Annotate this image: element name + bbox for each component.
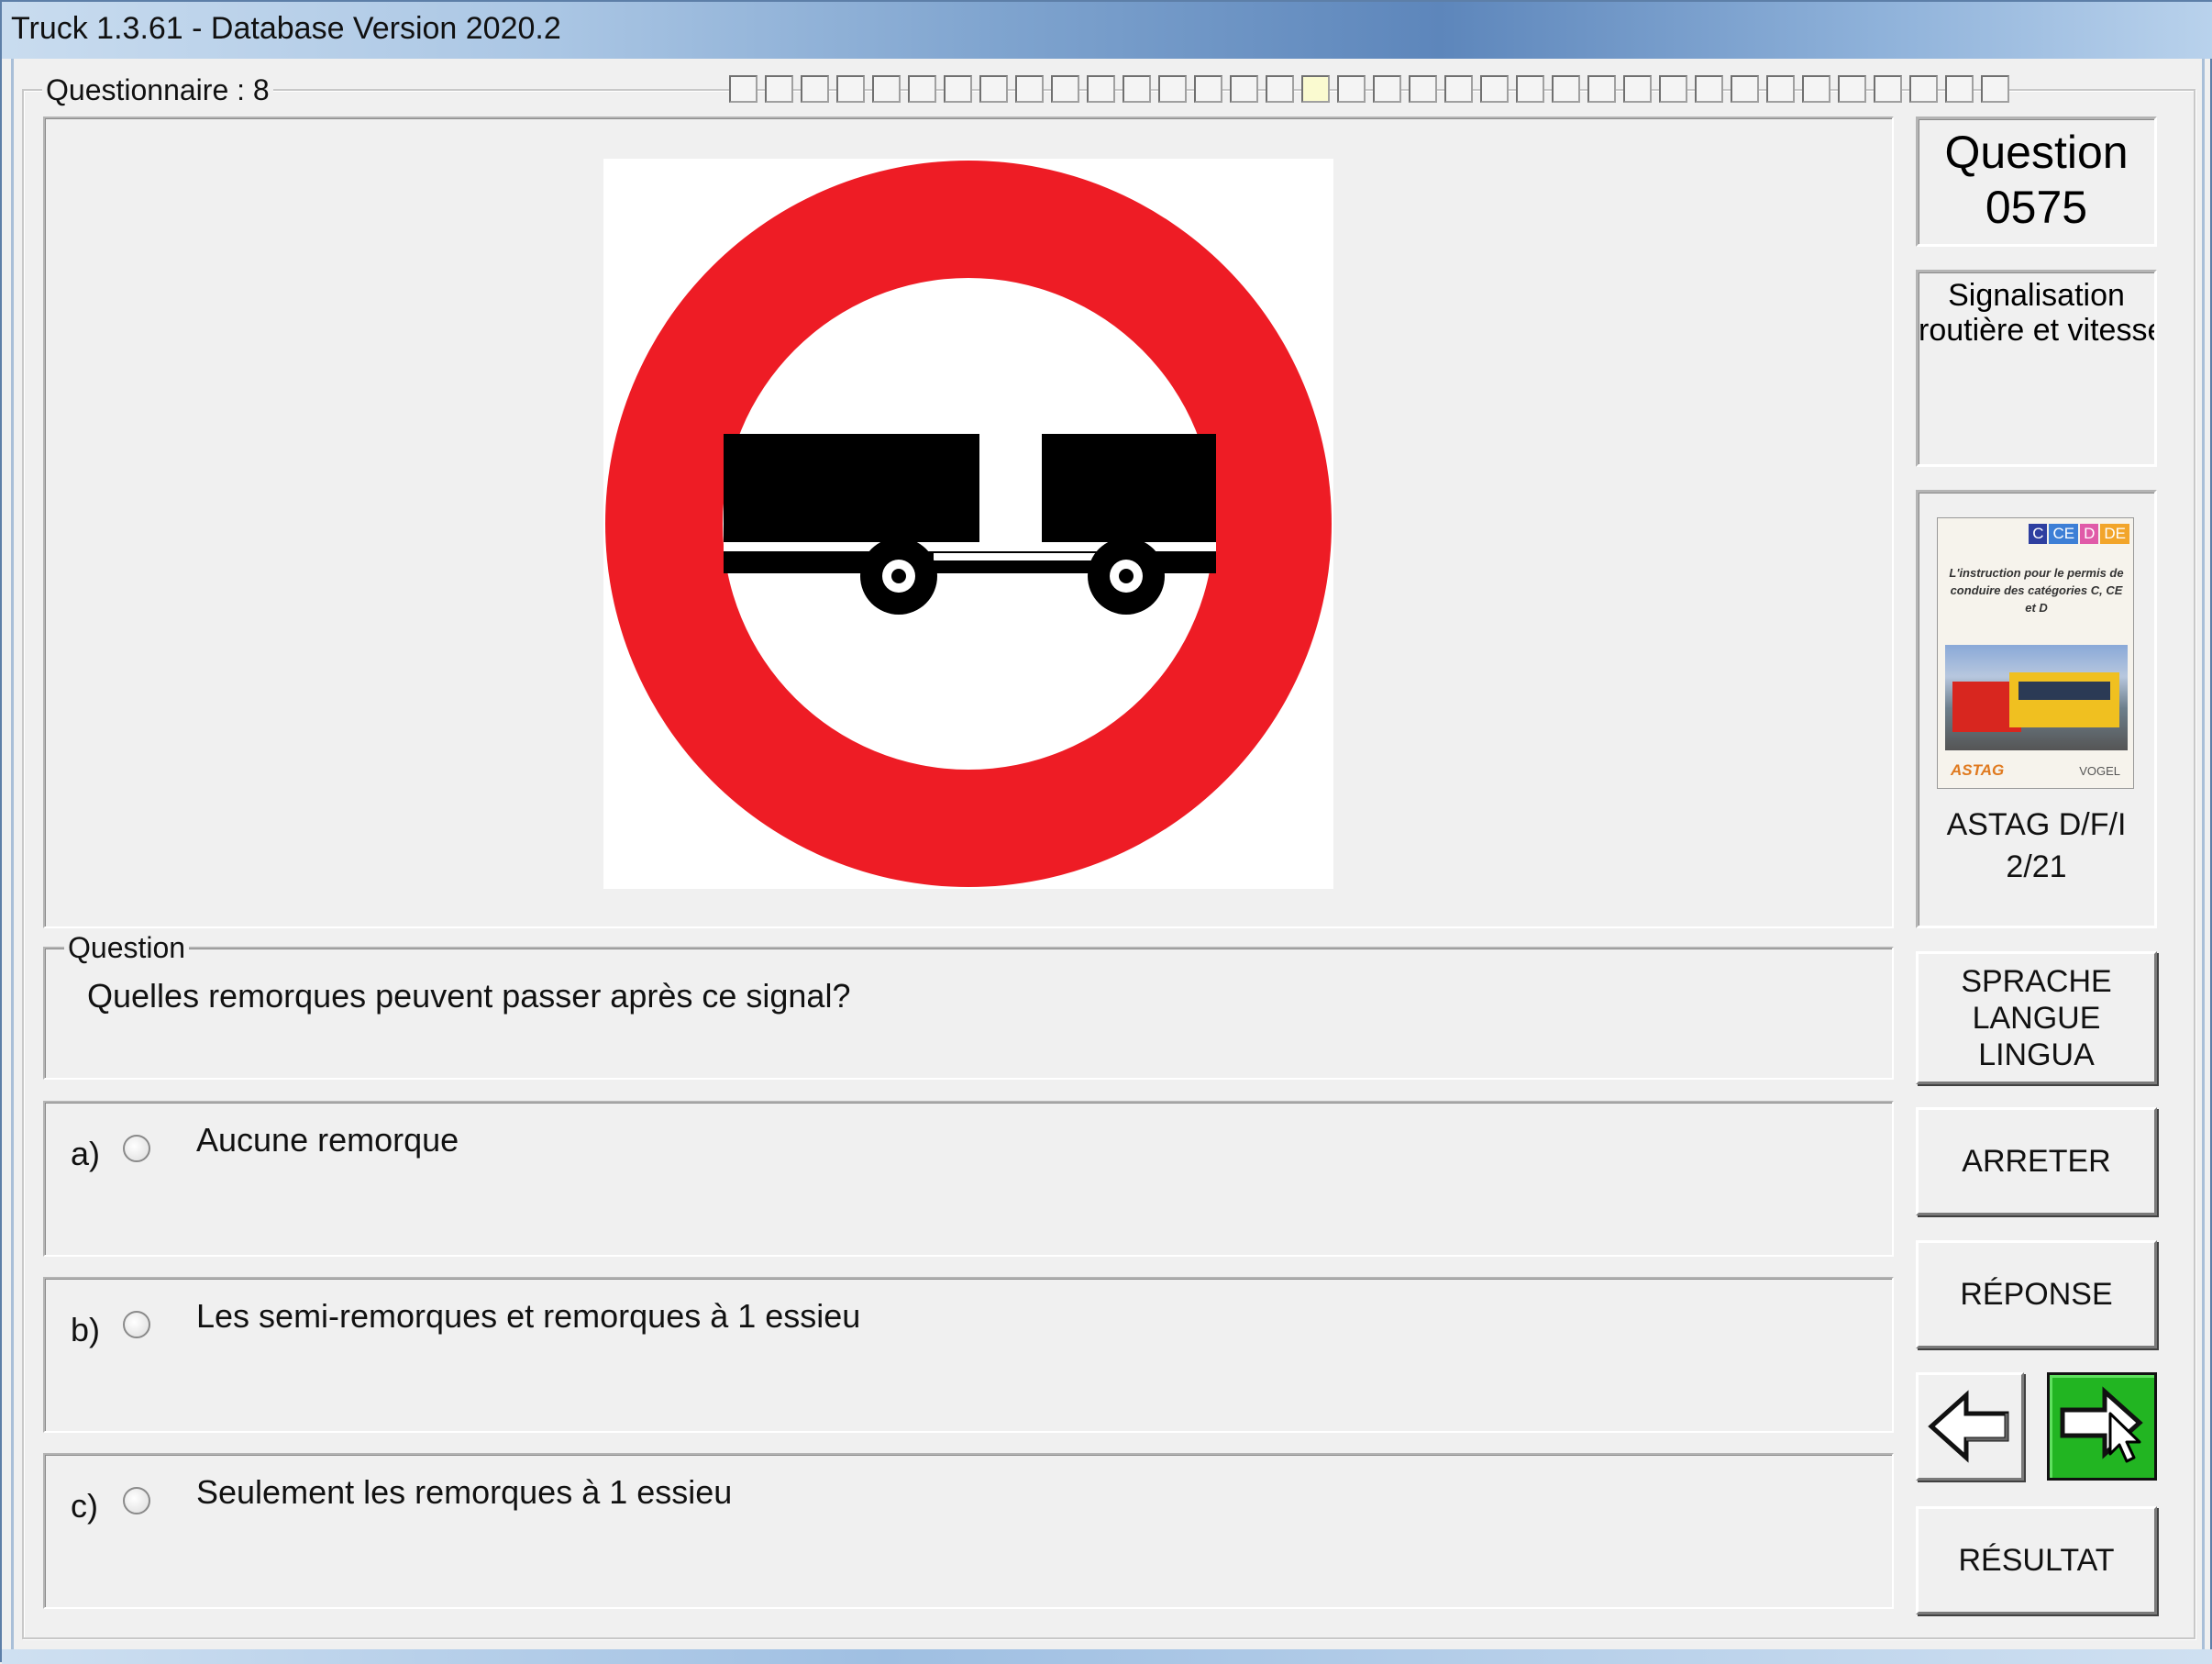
category-line2: routière et vitesse bbox=[1919, 313, 2157, 348]
progress-cell bbox=[1909, 75, 1938, 103]
progress-cell bbox=[1623, 75, 1652, 103]
progress-cell bbox=[729, 75, 758, 103]
result-button[interactable]: RÉSULTAT bbox=[1916, 1506, 2157, 1614]
book-badges: C CE D DE bbox=[2029, 524, 2129, 544]
arrow-left-icon bbox=[1928, 1390, 2009, 1463]
progress-cell-current bbox=[1301, 75, 1330, 103]
progress-cell bbox=[1802, 75, 1830, 103]
book-title: L'instruction pour le permis de conduire… bbox=[1949, 566, 2124, 615]
progress-cell bbox=[1981, 75, 2009, 103]
badge-c: C bbox=[2029, 524, 2048, 544]
progress-cell bbox=[1337, 75, 1366, 103]
app-window: Truck 1.3.61 - Database Version 2020.2 Q… bbox=[0, 0, 2212, 1664]
question-number: 0575 bbox=[1985, 182, 2088, 233]
progress-cell bbox=[1659, 75, 1687, 103]
progress-cell bbox=[1838, 75, 1866, 103]
previous-button[interactable] bbox=[1916, 1372, 2024, 1481]
progress-cell bbox=[1731, 75, 1759, 103]
progress-cell bbox=[1480, 75, 1509, 103]
reference-book-cover: C CE D DE L'instruction pour le permis d… bbox=[1937, 517, 2134, 789]
book-photo bbox=[1945, 645, 2128, 750]
mouse-pointer-icon bbox=[2108, 1412, 2141, 1463]
progress-cell bbox=[1587, 75, 1616, 103]
window-title: Truck 1.3.61 - Database Version 2020.2 bbox=[11, 11, 561, 46]
road-sign-image bbox=[603, 159, 1333, 889]
progress-cell bbox=[908, 75, 936, 103]
progress-cell bbox=[765, 75, 793, 103]
progress-cell bbox=[1087, 75, 1115, 103]
answer-text[interactable]: Seulement les remorques à 1 essieu bbox=[196, 1473, 732, 1512]
answer-radio-c[interactable] bbox=[123, 1487, 150, 1514]
progress-cell bbox=[944, 75, 972, 103]
answer-radio-b[interactable] bbox=[123, 1311, 150, 1338]
progress-cell bbox=[1766, 75, 1795, 103]
stop-button[interactable]: ARRETER bbox=[1916, 1107, 2157, 1215]
reference-line1: ASTAG D/F/I bbox=[1946, 807, 2127, 842]
progress-cell bbox=[1123, 75, 1151, 103]
progress-cell bbox=[1194, 75, 1222, 103]
next-button[interactable] bbox=[2047, 1372, 2157, 1481]
progress-cell bbox=[836, 75, 865, 103]
progress-cell bbox=[1230, 75, 1258, 103]
title-bar[interactable]: Truck 1.3.61 - Database Version 2020.2 bbox=[2, 2, 2212, 59]
question-number-box: Question 0575 bbox=[1916, 116, 2157, 247]
answer-text[interactable]: Les semi-remorques et remorques à 1 essi… bbox=[196, 1297, 860, 1336]
reference-line2: 2/21 bbox=[2006, 849, 2067, 884]
answer-button[interactable]: RÉPONSE bbox=[1916, 1240, 2157, 1348]
publisher-left: ASTAG bbox=[1951, 761, 2005, 779]
badge-d: D bbox=[2080, 524, 2099, 544]
answer-radio-a[interactable] bbox=[123, 1135, 150, 1162]
badge-ce: CE bbox=[2049, 524, 2079, 544]
question-legend: Question bbox=[64, 931, 190, 964]
answer-letter: c) bbox=[71, 1487, 98, 1525]
progress-cell bbox=[1874, 75, 1902, 103]
reference-text: ASTAG D/F/I 2/21 bbox=[1916, 804, 2157, 888]
progress-cell bbox=[979, 75, 1008, 103]
questionnaire-label: Questionnaire : 8 bbox=[42, 73, 273, 106]
progress-cell bbox=[1695, 75, 1723, 103]
progress-cell bbox=[1051, 75, 1079, 103]
answer-letter: a) bbox=[71, 1135, 101, 1172]
progress-cell bbox=[1266, 75, 1294, 103]
question-number-title: Question bbox=[1944, 127, 2129, 178]
answer-letter: b) bbox=[71, 1311, 101, 1348]
progress-cell bbox=[1409, 75, 1437, 103]
progress-cell bbox=[872, 75, 901, 103]
category-line1: Signalisation bbox=[1948, 278, 2125, 313]
answer-text[interactable]: Aucune remorque bbox=[196, 1121, 459, 1159]
progress-cell bbox=[801, 75, 829, 103]
language-button[interactable]: SPRACHE LANGUE LINGUA bbox=[1916, 951, 2157, 1084]
question-text: Quelles remorques peuvent passer après c… bbox=[87, 977, 851, 1015]
badge-de: DE bbox=[2100, 524, 2129, 544]
progress-cell bbox=[1444, 75, 1473, 103]
publisher-right: VOGEL bbox=[2079, 764, 2120, 778]
progress-cell bbox=[1015, 75, 1044, 103]
progress-cell bbox=[1516, 75, 1544, 103]
progress-cell bbox=[1373, 75, 1401, 103]
progress-cell bbox=[1945, 75, 1974, 103]
progress-bar bbox=[729, 75, 2187, 103]
progress-cell bbox=[1552, 75, 1580, 103]
category-box: Signalisation routière et vitesse bbox=[1916, 270, 2157, 467]
progress-cell bbox=[1158, 75, 1187, 103]
no-trailer-sign-icon bbox=[605, 161, 1332, 887]
